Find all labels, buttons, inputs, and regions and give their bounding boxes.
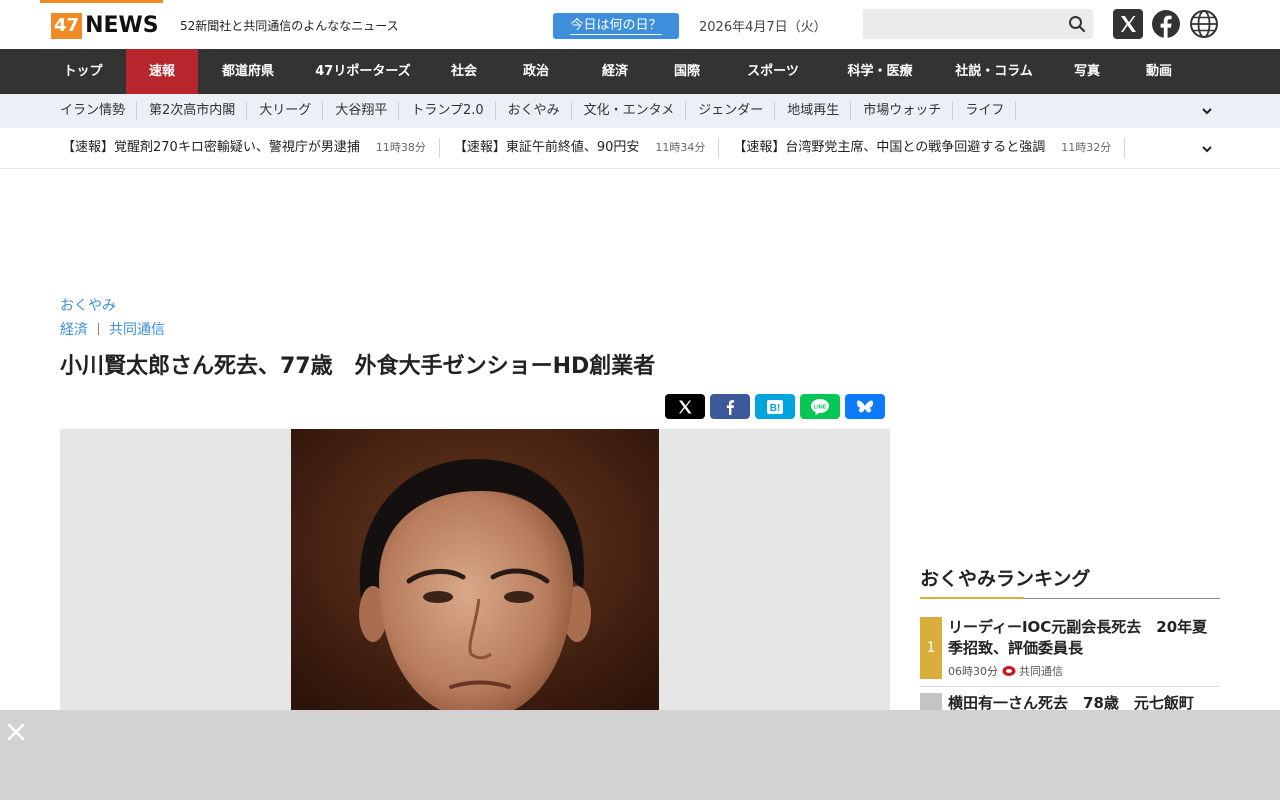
svg-text:LINE: LINE [814, 404, 827, 410]
search-box [863, 9, 1093, 39]
nav-item-breaking[interactable]: 速報 [126, 49, 198, 94]
x-twitter-icon[interactable] [1113, 9, 1143, 39]
share-line-button[interactable]: LINE [800, 394, 840, 419]
tag-divider [98, 323, 99, 335]
site-header: 47 NEWS 52新聞社と共同通信のよんななニュース 今日は何の日？ 2026… [0, 0, 1280, 49]
article-tags: 経済 共同通信 [60, 319, 165, 339]
article-photo[interactable] [291, 429, 659, 719]
ranking-divider-accent [920, 597, 1024, 599]
tag-kyodo[interactable]: 共同通信 [109, 319, 165, 339]
chevron-down-icon[interactable] [1200, 104, 1214, 118]
breaking-item[interactable]: 【速報】東証午前終値、90円安 11時34分 [440, 128, 720, 168]
ranking-item[interactable]: 1 リーディーIOC元副会長死去 20年夏季招致、評価委員長 06時30分 共同… [920, 617, 1220, 679]
breaking-item[interactable]: 【速報】覚醒剤270キロ密輸疑い、警視庁が男逮捕 11時38分 [48, 128, 440, 168]
topic-item-trump[interactable]: トランプ2.0 [399, 94, 496, 128]
breaking-item[interactable]: 【速報】台湾野党主席、中国との戦争回避すると強調 11時32分 [719, 128, 1126, 168]
breaking-headline: 【速報】覚醒剤270キロ密輸疑い、警視庁が男逮捕 [62, 140, 360, 155]
nav-item-47reporters[interactable]: 47リポーターズ [298, 49, 428, 94]
nav-item-prefectures[interactable]: 都道府県 [198, 49, 298, 94]
ranking-time: 06時30分 [948, 665, 998, 678]
breaking-headline: 【速報】東証午前終値、90円安 [453, 140, 640, 155]
hatena-bookmark-icon: B! [767, 399, 783, 414]
logo-accent-bar [40, 0, 163, 3]
bottom-ad-overlay [0, 710, 1280, 800]
nav-item-top[interactable]: トップ [40, 49, 126, 94]
nav-item-photos[interactable]: 写真 [1058, 49, 1116, 94]
facebook-icon[interactable] [1151, 9, 1181, 39]
tag-economy[interactable]: 経済 [60, 319, 88, 339]
ranking-title: リーディーIOC元副会長死去 20年夏季招致、評価委員長 [948, 618, 1208, 657]
logo-text: NEWS [85, 13, 159, 38]
nav-item-videos[interactable]: 動画 [1116, 49, 1202, 94]
ranking-separator [920, 686, 1220, 687]
current-date: 2026年4月7日（火） [699, 20, 827, 35]
nav-item-science-medical[interactable]: 科学・医療 [830, 49, 930, 94]
svg-text:B!: B! [770, 403, 781, 414]
topic-item-obituaries[interactable]: おくやみ [496, 94, 572, 128]
breaking-time: 11時34分 [655, 141, 706, 154]
topic-item-mlb[interactable]: 大リーグ [247, 94, 324, 128]
breaking-headline: 【速報】台湾野党主席、中国との戦争回避すると強調 [733, 140, 1046, 155]
topic-item-iran[interactable]: イラン情勢 [48, 94, 138, 128]
share-buttons: B! LINE [665, 394, 890, 419]
breaking-news-ticker: 【速報】覚醒剤270キロ密輸疑い、警視庁が男逮捕 11時38分 【速報】東証午前終… [0, 128, 1280, 169]
ranking-meta: 06時30分 共同通信 [948, 663, 1063, 679]
share-facebook-button[interactable] [710, 394, 750, 419]
article-photo-frame [60, 429, 890, 719]
nav-item-editorial-column[interactable]: 社説・コラム [930, 49, 1058, 94]
breaking-time: 11時38分 [375, 141, 426, 154]
globe-language-icon[interactable] [1189, 9, 1219, 39]
topic-item-cabinet[interactable]: 第2次高市内閣 [137, 94, 248, 128]
nav-item-sports[interactable]: スポーツ [716, 49, 830, 94]
topic-item-gender[interactable]: ジェンダー [686, 94, 776, 128]
x-icon [679, 400, 692, 413]
main-navigation: トップ 速報 都道府県 47リポーターズ 社会 政治 経済 国際 スポーツ 科学… [0, 49, 1280, 94]
breaking-time: 11時32分 [1061, 141, 1112, 154]
search-icon[interactable] [1067, 14, 1087, 34]
today-in-history-button[interactable]: 今日は何の日？ [553, 13, 679, 39]
nav-item-economy[interactable]: 経済 [572, 49, 658, 94]
today-in-history-label: 今日は何の日？ [570, 18, 662, 35]
topic-item-regional[interactable]: 地域再生 [775, 94, 852, 128]
chevron-down-icon[interactable] [1200, 142, 1214, 156]
nav-item-society[interactable]: 社会 [428, 49, 500, 94]
kyodo-logo-icon [1002, 666, 1016, 676]
search-input[interactable] [863, 9, 1053, 39]
nav-item-politics[interactable]: 政治 [500, 49, 572, 94]
topic-item-culture[interactable]: 文化・エンタメ [572, 94, 687, 128]
bluesky-icon [857, 400, 873, 412]
topic-item-life[interactable]: ライフ [953, 94, 1017, 128]
nav-item-international[interactable]: 国際 [658, 49, 716, 94]
ranking-number: 1 [920, 617, 942, 679]
site-logo[interactable]: 47 NEWS [51, 12, 159, 40]
close-icon[interactable] [6, 722, 26, 742]
line-icon: LINE [811, 398, 829, 415]
share-x-button[interactable] [665, 394, 705, 419]
article-title: 小川賢太郎さん死去、77歳 外食大手ゼンショーHD創業者 [60, 354, 656, 379]
topic-item-ohtani[interactable]: 大谷翔平 [323, 94, 400, 128]
topic-item-market[interactable]: 市場ウォッチ [851, 94, 954, 128]
topic-navigation: イラン情勢 第2次高市内閣 大リーグ 大谷翔平 トランプ2.0 おくやみ 文化・… [0, 94, 1280, 128]
article-category[interactable]: おくやみ [60, 295, 116, 315]
share-hatena-button[interactable]: B! [755, 394, 795, 419]
ranking-heading: おくやみランキング [920, 568, 1091, 590]
facebook-icon [726, 399, 735, 415]
site-tagline: 52新聞社と共同通信のよんななニュース [180, 19, 399, 33]
share-bluesky-button[interactable] [845, 394, 885, 419]
ranking-source: 共同通信 [1019, 665, 1063, 678]
logo-number: 47 [51, 13, 83, 39]
